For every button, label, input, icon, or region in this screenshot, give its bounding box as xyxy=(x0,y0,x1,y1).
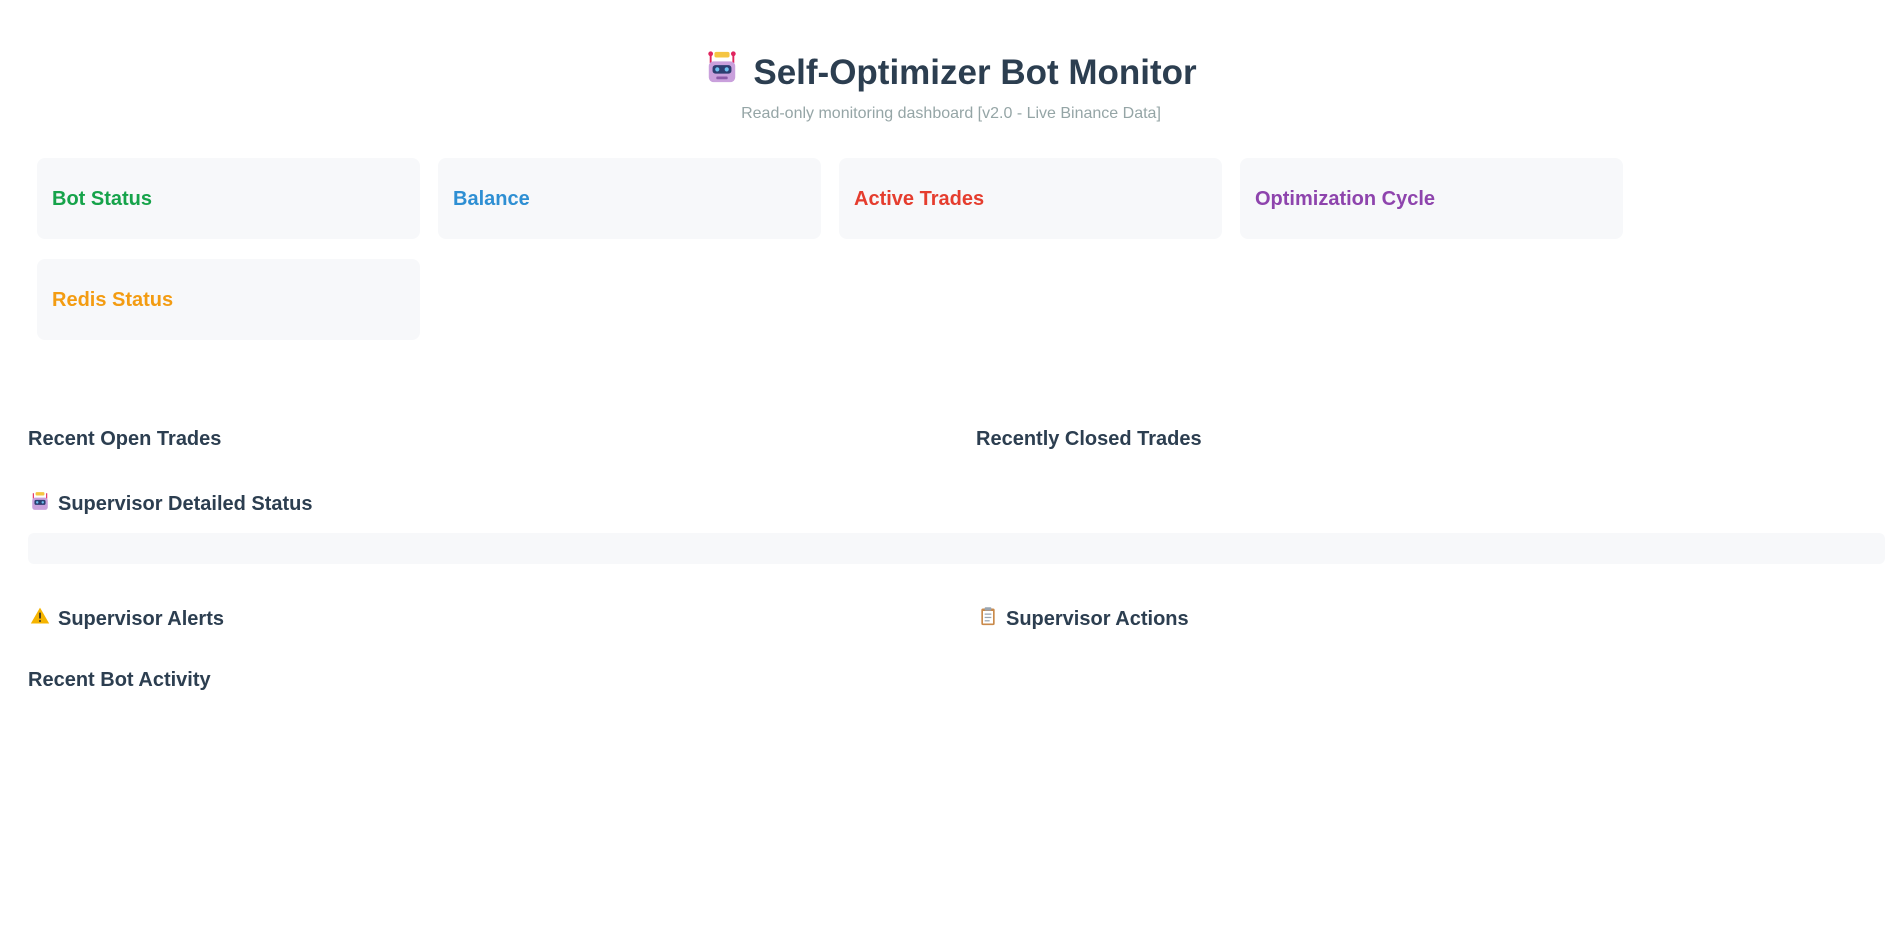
page-subtitle: Read-only monitoring dashboard [v2.0 - L… xyxy=(741,105,1161,122)
page-title: Self-Optimizer Bot Monitor xyxy=(705,50,1197,95)
bot-status-title: Bot Status xyxy=(52,188,152,210)
supervisor-detailed-status-heading: Supervisor Detailed Status xyxy=(30,491,313,517)
robot-icon xyxy=(705,50,739,95)
balance-card: Balance xyxy=(438,158,821,239)
bot-status-card: Bot Status xyxy=(37,158,420,239)
recently-closed-trades-heading: Recently Closed Trades xyxy=(976,428,1202,451)
recently-closed-trades-title: Recently Closed Trades xyxy=(976,428,1202,450)
balance-title: Balance xyxy=(453,188,530,210)
clipboard-icon xyxy=(978,606,998,632)
supervisor-actions-heading: Supervisor Actions xyxy=(978,606,1189,632)
active-trades-card: Active Trades xyxy=(839,158,1222,239)
page-header: Self-Optimizer Bot Monitor Read-only mon… xyxy=(0,50,1902,123)
robot-icon xyxy=(30,491,50,517)
supervisor-alerts-heading: Supervisor Alerts xyxy=(30,606,224,632)
recent-bot-activity-heading: Recent Bot Activity xyxy=(28,669,211,692)
recent-open-trades-heading: Recent Open Trades xyxy=(28,428,221,451)
supervisor-actions-title: Supervisor Actions xyxy=(1006,607,1189,630)
summary-cards: Bot Status Balance Active Trades Optimiz… xyxy=(37,158,1637,340)
redis-status-card: Redis Status xyxy=(37,259,420,340)
page-title-text: Self-Optimizer Bot Monitor xyxy=(753,52,1197,92)
supervisor-detailed-status-title: Supervisor Detailed Status xyxy=(58,492,313,515)
supervisor-alerts-title: Supervisor Alerts xyxy=(58,607,224,630)
redis-status-title: Redis Status xyxy=(52,289,174,311)
optimization-cycle-card: Optimization Cycle xyxy=(1240,158,1623,239)
recent-open-trades-title: Recent Open Trades xyxy=(28,428,222,450)
supervisor-status-panel xyxy=(28,533,1885,564)
recent-bot-activity-title: Recent Bot Activity xyxy=(28,669,211,691)
active-trades-title: Active Trades xyxy=(854,188,985,210)
optimization-cycle-title: Optimization Cycle xyxy=(1255,188,1436,210)
dashboard-page: Self-Optimizer Bot Monitor Read-only mon… xyxy=(0,0,1902,932)
warning-icon xyxy=(30,606,50,632)
